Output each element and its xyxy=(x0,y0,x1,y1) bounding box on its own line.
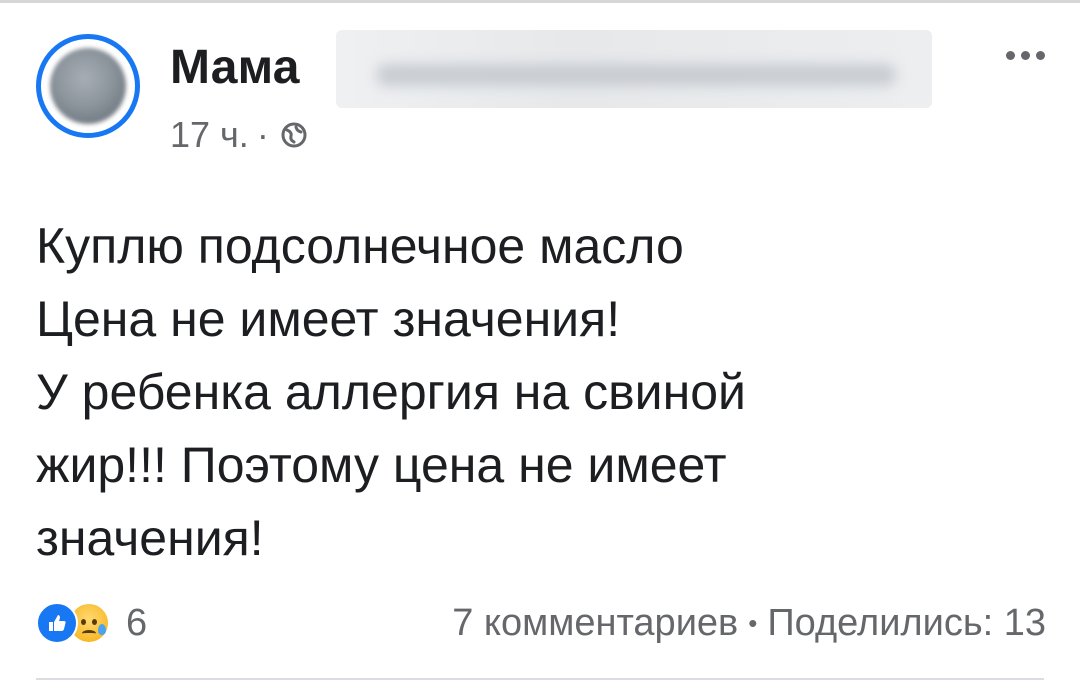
author-surname-redacted xyxy=(336,30,932,108)
post-text-line: жир!!! Поэтому цена не имеет xyxy=(36,437,727,493)
post-text-line: Цена не имеет значения! xyxy=(36,291,621,347)
meta-separator: · xyxy=(256,114,269,155)
dot-icon xyxy=(1005,50,1015,60)
comments-count-link[interactable]: 7 комментариев xyxy=(452,602,738,645)
stats-separator: • xyxy=(748,607,758,638)
post-text: Куплю подсолнечное масло Цена не имеет з… xyxy=(36,210,1046,575)
reaction-count: 6 xyxy=(126,601,148,644)
like-icon xyxy=(36,602,78,644)
globe-icon xyxy=(281,122,307,148)
avatar-image xyxy=(50,48,126,124)
post-meta: 17 ч. · xyxy=(170,114,307,156)
top-divider xyxy=(0,0,1080,3)
reactions-summary[interactable]: 6 xyxy=(36,598,147,648)
author-name[interactable]: Мама xyxy=(170,40,300,95)
post-text-line: Куплю подсолнечное масло xyxy=(36,218,684,274)
dot-icon xyxy=(1020,50,1030,60)
post-text-line: У ребенка аллергия на свиной xyxy=(36,364,746,420)
engagement-stats: 7 комментариев • Поделились: 13 xyxy=(452,598,1046,648)
post-text-line: значения! xyxy=(36,510,264,566)
more-options-button[interactable] xyxy=(1000,40,1050,70)
bottom-divider xyxy=(36,678,1044,680)
shares-count-link[interactable]: Поделились: 13 xyxy=(767,602,1046,645)
post-time[interactable]: 17 ч. xyxy=(170,114,249,156)
avatar[interactable] xyxy=(36,34,140,138)
dot-icon xyxy=(1035,50,1045,60)
